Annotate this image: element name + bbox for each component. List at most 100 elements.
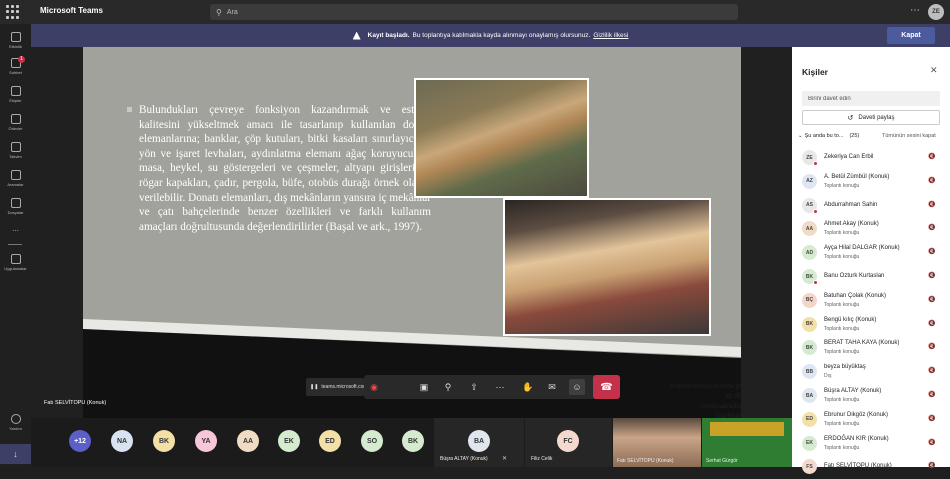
mic-muted-icon[interactable]: 🔇	[928, 439, 935, 446]
call-timer	[386, 379, 412, 395]
participant-row[interactable]: BB beyza büyüktaş Dış 🔇	[792, 361, 950, 384]
rail-item-more[interactable]: ...	[0, 224, 31, 233]
app-title: Microsoft Teams	[40, 6, 103, 15]
record-icon[interactable]: ◉	[366, 379, 382, 395]
participant-row[interactable]: BK BERAT TAHA KAYA (Konuk) Toplantı konuğu…	[792, 337, 950, 360]
participant-name: Ebrunur Dikgöz (Konuk)	[824, 411, 889, 418]
rail-item-activity[interactable]: Etkinlik	[0, 32, 31, 49]
close-banner-button[interactable]: Kapat	[887, 27, 935, 44]
mic-muted-icon[interactable]: 🔇	[928, 367, 935, 374]
participant-name: Bengü kılıç (Konuk)	[824, 316, 877, 323]
people-panel-title: Kişiler	[802, 67, 828, 77]
mic-muted-icon[interactable]: 🔇	[928, 201, 935, 208]
in-meeting-section[interactable]: ⌄ Şu anda bu to... (25) Tümünün sesini k…	[798, 133, 946, 139]
participant-avatar[interactable]: AA	[237, 430, 259, 452]
mic-muted-icon[interactable]: 🔇	[928, 296, 935, 303]
mic-muted-icon[interactable]: 🔇	[928, 153, 935, 160]
hangup-icon[interactable]: ☎	[593, 375, 620, 399]
mic-muted-icon[interactable]: 🔇	[928, 343, 935, 350]
participant-row[interactable]: BA Büşra ALTAY (Konuk) Toplantı konuğu 🔇	[792, 385, 950, 408]
participant-tile[interactable]: BA Büşra ALTAY (Konuk) ✕	[434, 418, 524, 467]
rail-item-chat[interactable]: 1 Sohbet	[0, 56, 31, 75]
privacy-link[interactable]: Gizlilik ilkesi	[593, 32, 628, 39]
rail-item-files[interactable]: Dosyalar	[0, 198, 31, 215]
participant-row[interactable]: FS Fatı SELVİTOPU (Konuk) 🔇	[792, 456, 950, 479]
participant-row[interactable]: BK Banu Ozturk Kurtaslan 🔇	[792, 266, 950, 289]
rail-item-calls[interactable]: Aramalar	[0, 170, 31, 187]
share-tray-icon[interactable]: ⇧	[466, 379, 482, 395]
close-icon[interactable]: ✕	[930, 65, 938, 76]
participant-role: Toplantı konuğu	[824, 182, 860, 189]
participant-name: ERDOĞAN KIR (Konuk)	[824, 435, 889, 442]
mute-all-link[interactable]: Tümünün sesini kapat	[882, 133, 936, 139]
participant-avatar[interactable]: EK	[278, 430, 300, 452]
files-icon	[10, 198, 21, 208]
banner-text: Bu toplantıya katılmakla kayda alınmayı …	[412, 32, 591, 39]
participant-row[interactable]: BÇ Batuhan Çolak (Konuk) Toplantı konuğu 🔇	[792, 290, 950, 313]
participant-name: Abdurrahman Sahin	[824, 201, 878, 208]
participant-row[interactable]: AA Ahmet Akay (Konuk) Toplantı konuğu 🔇	[792, 218, 950, 241]
participant-row[interactable]: AZ A. Betül Zümbül (Konuk) Toplantı konuğu…	[792, 171, 950, 194]
participant-row[interactable]: ZE Zekeriya Can Erbil 🔇	[792, 147, 950, 170]
search-icon: ⚲	[216, 7, 222, 17]
participant-name: Zekeriya Can Erbil	[824, 154, 874, 160]
rail-item-apps[interactable]: Uygulamalar	[0, 254, 31, 271]
mic-muted-icon[interactable]: 🔇	[928, 272, 935, 279]
app-rail: Etkinlik 1 Sohbet Ekipler Ödevler Takvim …	[0, 24, 31, 467]
more-icon: ...	[12, 224, 19, 233]
participant-avatar: BÇ	[802, 292, 817, 308]
rail-item-teams[interactable]: Ekipler	[0, 86, 31, 103]
search-input[interactable]	[226, 8, 627, 16]
mic-muted-icon[interactable]: 🔇	[928, 248, 935, 255]
participant-row[interactable]: ED Ebrunur Dikgöz (Konuk) Toplantı konuğu 🔇	[792, 409, 950, 432]
participant-row[interactable]: AD Ayça Hilal DALGAR (Konuk) Toplantı konu…	[792, 242, 950, 265]
participant-video-tile[interactable]: Serhat Gürgör	[702, 418, 792, 467]
participant-avatar[interactable]: YA	[195, 430, 217, 452]
participant-avatar[interactable]: NA	[111, 430, 133, 452]
mic-muted-icon[interactable]: 🔇	[928, 224, 935, 231]
participant-avatar[interactable]: SO	[361, 430, 383, 452]
mic-muted-icon[interactable]: 🔇	[928, 415, 935, 422]
sharing-indicator[interactable]: ❚❚ teams.microsoft.com	[306, 378, 368, 396]
share-icon: ↺	[847, 114, 854, 122]
chevron-down-icon: ⌄	[798, 133, 803, 139]
participant-video-tile[interactable]: Fatı SELVİTOPU (Konuk)	[613, 418, 701, 467]
more-actions-icon[interactable]: ⋯	[492, 379, 508, 395]
search-box[interactable]: ⚲	[210, 4, 738, 20]
presenter-name: Fatı SELVİTOPU (Konuk)	[44, 400, 107, 406]
download-icon[interactable]: ↓	[0, 444, 31, 464]
warning-icon	[352, 31, 361, 40]
rail-item-assignments[interactable]: Ödevler	[0, 114, 31, 131]
overflow-participants[interactable]: +12	[69, 430, 91, 452]
more-options-icon[interactable]: ⋯	[910, 5, 920, 16]
invite-input[interactable]	[802, 91, 940, 106]
people-icon[interactable]: ☺	[569, 379, 585, 395]
calendar-icon	[10, 142, 21, 152]
participant-row[interactable]: BK Bengü kılıç (Konuk) Toplantı konuğu 🔇	[792, 314, 950, 337]
help-icon	[10, 414, 21, 424]
participant-name: beyza büyüktaş	[824, 364, 866, 371]
mic-muted-icon[interactable]: 🔇	[928, 462, 935, 469]
app-launcher-icon[interactable]	[6, 5, 20, 19]
participant-row[interactable]: AS Abdurrahman Sahin 🔇	[792, 195, 950, 218]
rail-item-calendar[interactable]: Takvim	[0, 142, 31, 159]
mic-muted-icon[interactable]: 🔇	[928, 177, 935, 184]
bench-photo-2	[503, 198, 711, 336]
participant-avatar[interactable]: ED	[319, 430, 341, 452]
participant-row[interactable]: EK ERDOĞAN KIR (Konuk) Toplantı konuğu 🔇	[792, 433, 950, 456]
mic-muted-icon[interactable]: 🔇	[928, 320, 935, 327]
participant-avatar: FC	[557, 430, 579, 452]
share-invite-button[interactable]: ↺ Daveti paylaş	[802, 110, 940, 125]
camera-off-icon[interactable]: ▣	[416, 379, 432, 395]
chat-toggle-icon[interactable]: ✉	[544, 379, 560, 395]
participant-role: Toplantı konuğu	[824, 325, 860, 332]
participant-tile[interactable]: FC Filiz Celik	[525, 418, 612, 467]
title-bar: Microsoft Teams ⚲ ⋯ ZE	[0, 0, 950, 24]
participant-avatar[interactable]: BK	[153, 430, 175, 452]
mic-muted-icon[interactable]: 🔇	[928, 391, 935, 398]
participant-avatar[interactable]: BK	[402, 430, 424, 452]
user-avatar[interactable]: ZE	[928, 4, 944, 20]
rail-item-help[interactable]: Yardım	[0, 414, 31, 431]
mic-off-icon[interactable]: ⚲	[440, 379, 456, 395]
raise-hand-icon[interactable]: ✋	[520, 379, 536, 395]
